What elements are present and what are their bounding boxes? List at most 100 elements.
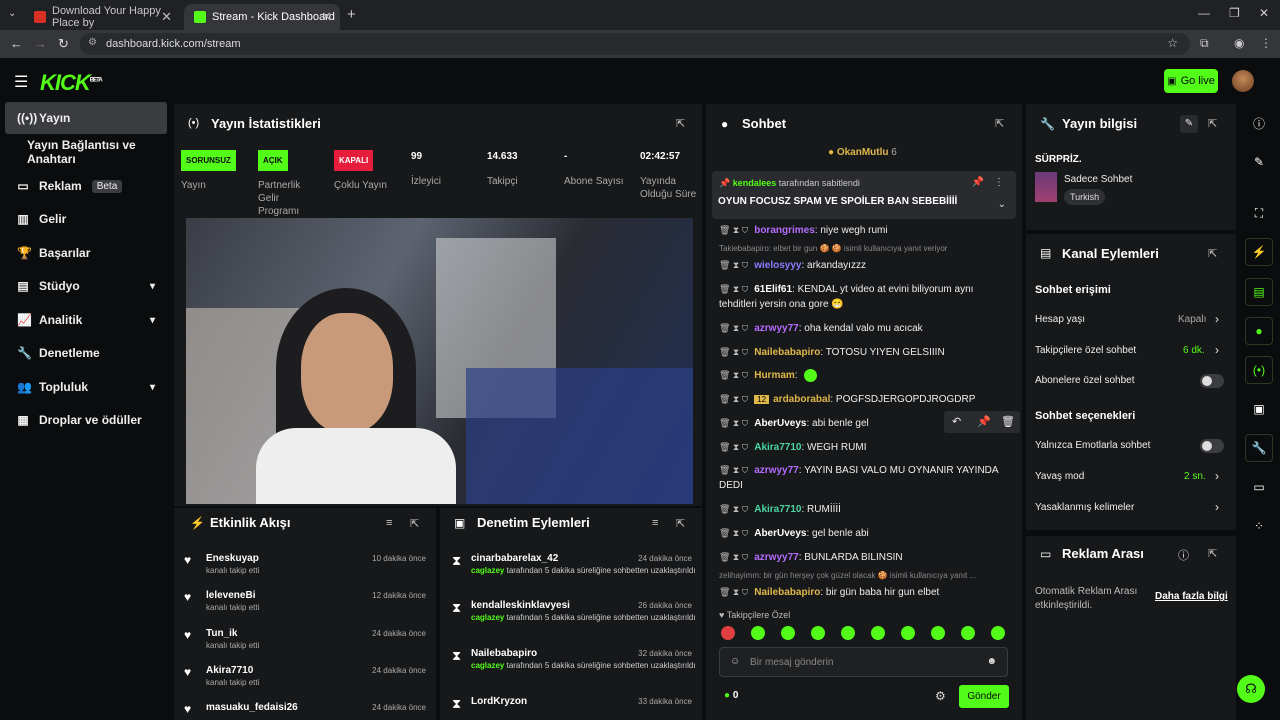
- popout-icon[interactable]: ⇱: [995, 117, 1004, 130]
- more-info-link[interactable]: Daha fazla bilgi: [1155, 591, 1228, 602]
- forward-icon[interactable]: →: [34, 36, 47, 51]
- mod-controls-icon[interactable]: 🗑 ⧗ ⛉: [719, 347, 748, 357]
- back-icon[interactable]: ←: [10, 36, 23, 51]
- sidebar-item-topluluk[interactable]: 👥 Topluluk ▾: [5, 371, 167, 403]
- chat-message[interactable]: 🗑 ⧗ ⛉ azrwyy77: oha kendal valo mu acıcak: [719, 321, 1009, 336]
- mod-controls-icon[interactable]: 🗑 ⧗ ⛉: [719, 323, 748, 333]
- sidebar-item-droplar[interactable]: ▦ Droplar ve ödüller: [5, 404, 167, 436]
- mod-controls-icon[interactable]: 🗑 ⧗ ⛉: [719, 442, 748, 452]
- mod-controls-icon[interactable]: 🗑 ⧗ ⛉: [719, 284, 748, 294]
- emote-icon[interactable]: [901, 626, 915, 640]
- profile-icon[interactable]: ◉: [1234, 36, 1244, 50]
- channel-points[interactable]: ● 0: [724, 690, 738, 701]
- chat-message[interactable]: 🗑 ⧗ ⛉ 61Elif61: KENDAL yt video at evini …: [719, 282, 1009, 312]
- reload-icon[interactable]: ↻: [58, 36, 69, 52]
- mod-controls-icon[interactable]: 🗑 ⧗ ⛉: [719, 418, 748, 428]
- mod-controls-icon[interactable]: 🗑 ⧗ ⛉: [719, 552, 748, 562]
- emote-picker-icon[interactable]: ☺: [730, 656, 740, 667]
- sidebar-item-analitik[interactable]: 📈 Analitik ▾: [5, 304, 167, 336]
- browser-tab-2[interactable]: Stream - Kick Dashboard ✕: [184, 4, 340, 30]
- document-icon[interactable]: ▤: [1245, 278, 1273, 306]
- chat-username[interactable]: Akira7710: [754, 504, 801, 515]
- sidebar-item-basarilar[interactable]: 🏆 Başarılar: [5, 237, 167, 269]
- account-age-value[interactable]: Kapalı: [1178, 314, 1206, 325]
- sidebar-item-yayin[interactable]: ((•)) Yayın: [5, 102, 167, 134]
- stream-preview[interactable]: [186, 218, 693, 504]
- chat-username[interactable]: AberUveys: [754, 418, 806, 429]
- mod-controls-icon[interactable]: 🗑 ⧗ ⛉: [719, 504, 748, 514]
- emote-icon[interactable]: [841, 626, 855, 640]
- emote-icon[interactable]: [781, 626, 795, 640]
- emoji-icon[interactable]: ☻: [986, 656, 997, 667]
- chat-input[interactable]: ☺ Bir mesaj gönderin ☻: [719, 647, 1008, 677]
- apps-icon[interactable]: ⁘: [1245, 512, 1273, 540]
- emote-icon[interactable]: [991, 626, 1005, 640]
- chevron-down-icon[interactable]: ⌄: [998, 199, 1006, 210]
- chat-username[interactable]: azrwyy77: [754, 323, 798, 334]
- chat-icon[interactable]: ●: [1245, 317, 1273, 345]
- kick-logo[interactable]: KICKBETA: [40, 70, 103, 96]
- chat-message[interactable]: 🗑 ⧗ ⛉ azrwyy77: BUNLARDA BILINSIN: [719, 550, 1009, 565]
- browser-tab-1[interactable]: Download Your Happy Place by ✕: [24, 4, 180, 30]
- chat-username[interactable]: Nailebabapiro: [754, 347, 820, 358]
- popout-icon[interactable]: ⇱: [410, 517, 419, 530]
- chat-message[interactable]: 🗑 ⧗ ⛉ Nailebabapiro: TOTOSU YIYEN GELSIII…: [719, 345, 1009, 360]
- chat-username[interactable]: wielosyyy: [754, 260, 801, 271]
- broadcast-icon[interactable]: (•): [1245, 356, 1273, 384]
- chat-message[interactable]: 🗑 ⧗ ⛉ borangrimes: niye wegh rumi: [719, 223, 1009, 238]
- edit-icon[interactable]: ✎: [1180, 115, 1198, 133]
- hamburger-menu-icon[interactable]: ☰: [14, 72, 28, 92]
- emote-icon[interactable]: [751, 626, 765, 640]
- mod-controls-icon[interactable]: 🗑 ⧗ ⛉: [719, 587, 748, 597]
- mod-controls-icon[interactable]: 🗑 ⧗ ⛉: [719, 465, 748, 475]
- popout-icon[interactable]: ⇱: [676, 117, 685, 130]
- emote-icon[interactable]: [811, 626, 825, 640]
- chat-username[interactable]: azrwyy77: [754, 552, 798, 563]
- url-field[interactable]: ⚙ dashboard.kick.com/stream ☆: [80, 33, 1190, 55]
- chat-message[interactable]: 🗑 ⧗ ⛉ azrwyy77: YAYIN BASI VALO MU OYNANI…: [719, 463, 1009, 493]
- subs-chat-toggle[interactable]: [1200, 374, 1224, 388]
- more-icon[interactable]: ⋮: [994, 177, 1004, 188]
- emote-icon[interactable]: [871, 626, 885, 640]
- filter-icon[interactable]: ≡: [386, 517, 392, 529]
- window-close-icon[interactable]: ✕: [1259, 6, 1269, 20]
- sidebar-item-reklam[interactable]: ▭ Reklam Beta: [5, 170, 167, 202]
- new-tab-icon[interactable]: +: [347, 6, 356, 23]
- unpin-icon[interactable]: 📌: [972, 177, 984, 188]
- followers-chat-value[interactable]: 6 dk.: [1183, 345, 1205, 356]
- sidebar-item-studyo[interactable]: ▤ Stüdyo ▾: [5, 270, 167, 302]
- emote-icon[interactable]: [931, 626, 945, 640]
- chat-message[interactable]: 🗑 ⧗ ⛉ wielosyyy: arkandayızzz: [719, 258, 1009, 273]
- chat-username[interactable]: ardaborabal: [773, 394, 830, 405]
- chat-username[interactable]: Hurmam: [754, 370, 795, 381]
- chat-username[interactable]: azrwyy77: [754, 465, 798, 476]
- chat-settings-icon[interactable]: ⚙: [935, 689, 946, 703]
- sidebar-item-denetleme[interactable]: 🔧 Denetleme: [5, 337, 167, 369]
- popout-icon[interactable]: ⇱: [1208, 117, 1217, 130]
- tab-search-icon[interactable]: ⌄: [8, 8, 16, 19]
- avatar[interactable]: [1232, 70, 1254, 92]
- mod-controls-icon[interactable]: 🗑 ⧗ ⛉: [719, 528, 748, 538]
- chevron-right-icon[interactable]: ›: [1215, 469, 1219, 483]
- support-icon[interactable]: ☊: [1237, 675, 1265, 703]
- moderation-icon[interactable]: ▣: [1245, 395, 1273, 423]
- mod-controls-icon[interactable]: 🗑 ⧗ ⛉: [719, 370, 748, 380]
- emote-icon[interactable]: [721, 626, 735, 640]
- minimize-icon[interactable]: —: [1198, 6, 1210, 20]
- sidebar-item-gelir[interactable]: ▥ Gelir: [5, 203, 167, 235]
- chat-username[interactable]: Akira7710: [754, 442, 801, 453]
- chat-message[interactable]: 🗑 ⧗ ⛉ AberUveys: gel benle abi: [719, 526, 1009, 541]
- chat-message[interactable]: 🗑 ⧗ ⛉ 12 ardaborabal: POGFSDJERGOPDJROGDRP: [719, 392, 1009, 407]
- edit-icon[interactable]: ✎: [1245, 148, 1273, 176]
- emote-only-toggle[interactable]: [1200, 439, 1224, 453]
- chevron-right-icon[interactable]: ›: [1215, 500, 1219, 514]
- popout-icon[interactable]: ⇱: [1208, 547, 1217, 560]
- chevron-right-icon[interactable]: ›: [1215, 343, 1219, 357]
- mod-controls-icon[interactable]: 🗑 ⧗ ⛉: [719, 260, 748, 270]
- chat-username[interactable]: AberUveys: [754, 528, 806, 539]
- chat-username[interactable]: borangrimes: [754, 225, 815, 236]
- chat-message[interactable]: 🗑 ⧗ ⛉ Hurmam:: [719, 368, 1009, 383]
- site-info-icon[interactable]: ⚙: [88, 37, 97, 48]
- maximize-icon[interactable]: ❐: [1229, 6, 1240, 20]
- close-icon[interactable]: ✕: [321, 9, 332, 25]
